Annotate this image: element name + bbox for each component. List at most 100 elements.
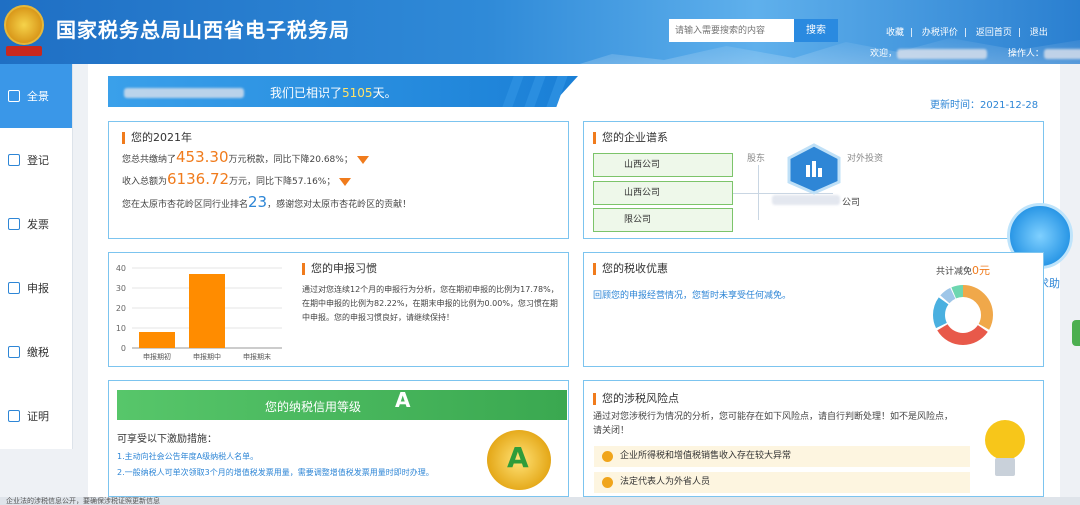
risk-item-label: 法定代表人为外省人员 [620, 477, 711, 487]
y-tick-label: 10 [116, 324, 126, 333]
welcome-line: 欢迎， 操作人： [870, 46, 1080, 59]
sidebar-item-certificate[interactable]: 证明 [0, 384, 72, 448]
year-tax-line: 您总共缴纳了453.30万元税款，同比下降20.68%； [122, 148, 369, 166]
sidebar-item-overview[interactable]: 全景 [0, 64, 72, 128]
risk-intro-line: 请关闭！ [593, 426, 630, 436]
preference-total: 共计减免0元 [936, 262, 990, 278]
shareholder-label: 股东 [747, 154, 766, 164]
banner-prefix: 我们已相识了 [270, 86, 343, 100]
banner-days: 5105 [342, 86, 373, 100]
credit-item[interactable]: 1.主动向社会公告年度A级纳税人名单。 [117, 451, 258, 462]
enterprise-panel-title: 您的企业谱系 [593, 132, 668, 144]
sidebar-label: 全景 [27, 90, 49, 103]
text: 收入总额为 [122, 177, 168, 187]
habit-panel-title: 您的申报习惯 [302, 263, 377, 275]
risk-intro: 通过对您涉税行为情况的分析，您可能存在如下风险点，请自行判断处理！如不是风险点，… [593, 410, 953, 438]
connector-line [758, 165, 759, 220]
investment-entity[interactable]: 公司 [842, 195, 860, 208]
sidebar-label: 发票 [27, 218, 49, 231]
text: ，感谢您对太原市杏花岭区的贡献！ [267, 200, 412, 210]
y-tick-label: 20 [116, 304, 126, 313]
welcome-label: 欢迎， [870, 49, 898, 59]
year-rank-line: 您在太原市杏花岭区同行业排名23，感谢您对太原市杏花岭区的贡献！ [122, 193, 411, 211]
bar [139, 332, 175, 348]
sidebar-label: 缴税 [27, 346, 49, 359]
grid-icon [8, 90, 20, 102]
down-arrow-icon [356, 155, 369, 164]
text: 您在太原市杏花岭区同行业排名 [122, 200, 249, 210]
redacted-username [897, 48, 988, 59]
x-tick-label: 申报期末 [243, 352, 271, 361]
link-favorite[interactable]: 收藏 [886, 28, 904, 38]
redacted-operator [1043, 48, 1080, 59]
update-time: 更新时间：2021-12-28 [930, 100, 1039, 111]
enterprise-hexagon-icon [787, 143, 841, 195]
side-tab-button[interactable] [1072, 320, 1080, 346]
sidebar-item-declare[interactable]: 申报 [0, 256, 72, 320]
link-logout[interactable]: 退出 [1030, 28, 1048, 38]
credit-banner-text: 您的纳税信用等级 [265, 400, 362, 414]
preference-donut-chart [933, 285, 993, 345]
top-links: 收藏 | 办税评价 | 返回首页 | 退出 [886, 28, 1048, 38]
close-circle-icon[interactable] [602, 451, 613, 462]
search-button[interactable]: 搜索 [794, 19, 838, 42]
status-bar: 企业法的涉税信息公开，要确保涉税证照更新信息 [0, 497, 1080, 505]
habit-text-line: 通过对您连续12个月的申报行为分析，您在期初申报的比例为17.78%， [302, 285, 559, 294]
tax-amount: 453.30 [176, 148, 229, 166]
credit-item[interactable]: 2.一般纳税人可单次领取3个月的增值税发票用量，需要调整增值税发票用量时即时办理… [117, 467, 434, 478]
edit-icon [8, 154, 20, 166]
shareholder-entity[interactable]: 山西公司 [593, 153, 733, 177]
lightbulb-base [995, 458, 1015, 476]
text: 您总共缴纳了 [122, 155, 177, 165]
year-panel-title: 您的2021年 [122, 132, 192, 144]
copy-icon [8, 218, 20, 230]
sidebar-label: 证明 [27, 410, 49, 423]
banner-text: 我们已相识了5105天。 [270, 84, 397, 101]
banner-suffix: 天。 [372, 86, 397, 100]
shareholder-entity[interactable]: 限公司 [593, 208, 733, 232]
habit-text-line: 中申报。您的申报习惯良好，请继续保持！ [302, 313, 454, 322]
credit-grade: A [395, 388, 411, 412]
certificate-icon [8, 410, 20, 422]
risk-intro-line: 通过对您涉税行为情况的分析，您可能存在如下风险点，请自行判断处理！如不是风险点， [593, 412, 954, 422]
investment-label: 对外投资 [847, 154, 884, 164]
banner-stripes [500, 76, 580, 107]
rank-number: 23 [248, 193, 268, 211]
total-value: 0元 [972, 264, 991, 277]
tax-emblem-icon [4, 5, 44, 45]
bar [189, 274, 225, 348]
preference-text: 回顾您的申报经营情况，您暂时未享受任何减免。 [593, 291, 792, 301]
risk-item[interactable]: 企业所得税和增值税销售收入存在较大异常 [594, 446, 970, 467]
risk-item[interactable]: 法定代表人为外省人员 [594, 472, 970, 493]
sidebar-label: 登记 [27, 154, 49, 167]
habit-text: 通过对您连续12个月的申报行为分析，您在期初申报的比例为17.78%， 在期中申… [302, 283, 559, 325]
link-evaluate[interactable]: 办税评价 [922, 28, 958, 38]
sidebar: 全景 登记 发票 申报 缴税 证明 [0, 64, 73, 449]
search-input[interactable] [669, 19, 794, 42]
shareholder-entity[interactable]: 山西公司 [593, 181, 733, 205]
sidebar-item-invoice[interactable]: 发票 [0, 192, 72, 256]
redacted-company-name [124, 88, 244, 98]
text: 万元税款，同比下降20.68%； [228, 155, 353, 165]
link-home[interactable]: 返回首页 [976, 28, 1012, 38]
x-tick-label: 申报期初 [143, 352, 171, 361]
credit-heading: 可享受以下激励措施： [117, 434, 217, 445]
sidebar-item-pay[interactable]: 缴税 [0, 320, 72, 384]
site-title: 国家税务总局山西省电子税务局 [56, 18, 350, 42]
preference-panel-title: 您的税收优惠 [593, 263, 668, 275]
close-circle-icon[interactable] [602, 477, 613, 488]
sidebar-item-register[interactable]: 登记 [0, 128, 72, 192]
lightbulb-icon [985, 420, 1025, 460]
chart-icon [8, 282, 20, 294]
year-income-line: 收入总额为6136.72万元，同比下降57.16%； [122, 170, 352, 188]
book-icon [8, 346, 20, 358]
habit-text-line: 在期中申报的比例为82.22%，在期末申报的比例为0.00%，您习惯在期 [302, 299, 558, 308]
emblem-caption [6, 46, 42, 56]
text: 万元，同比下降57.16%； [229, 177, 336, 187]
down-arrow-icon [339, 177, 352, 186]
risk-panel-title: 您的涉税风险点 [593, 393, 679, 405]
y-tick-label: 30 [116, 284, 126, 293]
credit-medal-grade: A [507, 441, 529, 474]
declare-habit-chart: 0 10 20 30 40 申报期初 申报期中 申报期末 [116, 264, 282, 361]
y-tick-label: 40 [116, 264, 126, 273]
